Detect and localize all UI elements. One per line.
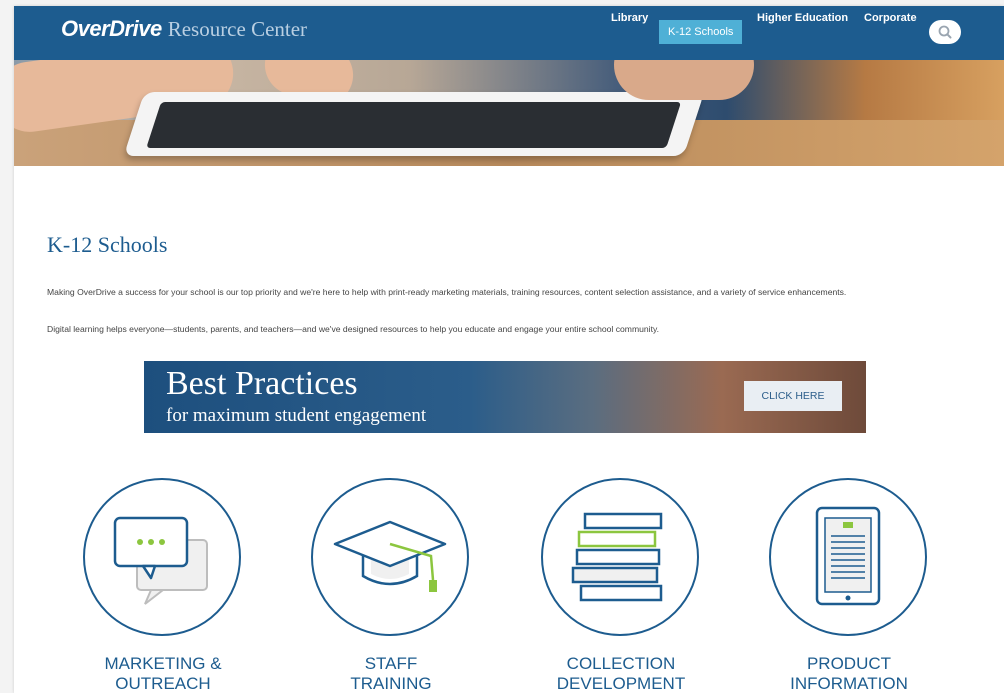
resource-label[interactable]: MARKETING & OUTREACH xyxy=(63,654,263,693)
hero-image xyxy=(14,60,1004,166)
ereader-icon xyxy=(815,506,881,606)
nav-library[interactable]: Library xyxy=(611,6,648,30)
brand[interactable]: OverDrive Resource Center xyxy=(61,16,307,42)
resource-label-line1: STAFF xyxy=(364,654,418,673)
click-here-button[interactable]: CLICK HERE xyxy=(744,381,842,411)
resource-label-line2: DEVELOPMENT xyxy=(556,674,686,693)
resource-circle[interactable] xyxy=(541,478,699,636)
resource-circle[interactable] xyxy=(769,478,927,636)
nav-k12-schools[interactable]: K-12 Schools xyxy=(659,20,743,44)
graduation-cap-icon xyxy=(333,520,447,592)
site-subtitle: Resource Center xyxy=(167,17,308,41)
hero-tablet-screen xyxy=(146,102,682,148)
resource-circle[interactable] xyxy=(83,478,241,636)
resource-label-line1: PRODUCT xyxy=(806,654,892,673)
hero-tablet xyxy=(123,92,705,156)
resource-label-line2: INFORMATION xyxy=(790,674,908,693)
resource-label[interactable]: COLLECTION DEVELOPMENT xyxy=(521,654,721,693)
resource-label[interactable]: STAFF TRAINING xyxy=(291,654,491,693)
nav-higher-education[interactable]: Higher Education xyxy=(757,6,848,30)
search-button[interactable] xyxy=(929,20,961,44)
search-icon xyxy=(938,25,952,39)
page: OverDrive Resource Center Library K-12 S… xyxy=(14,6,1004,693)
resource-label-line1: COLLECTION xyxy=(566,654,676,673)
resource-label-line2: TRAINING xyxy=(350,674,432,693)
page-title: K-12 Schools xyxy=(47,232,168,257)
nav-corporate[interactable]: Corporate xyxy=(864,6,917,30)
resource-label-line2: OUTREACH xyxy=(115,674,211,693)
site-header: OverDrive Resource Center Library K-12 S… xyxy=(14,6,1004,60)
resource-label[interactable]: PRODUCT INFORMATION xyxy=(749,654,949,693)
resource-circle[interactable] xyxy=(311,478,469,636)
resource-label-line1: MARKETING & xyxy=(104,654,222,673)
hero-hand-right xyxy=(614,60,754,100)
intro-paragraph-1: Making OverDrive a success for your scho… xyxy=(47,287,847,297)
overdrive-logo[interactable]: OverDrive xyxy=(61,16,162,42)
intro-paragraph-2: Digital learning helps everyone—students… xyxy=(47,324,660,334)
banner-subline: for maximum student engagement xyxy=(166,405,427,426)
chat-bubbles-icon xyxy=(113,516,208,605)
book-stack-icon xyxy=(571,512,663,602)
banner-headline: Best Practices xyxy=(166,365,358,402)
best-practices-banner[interactable]: Best Practices for maximum student engag… xyxy=(144,361,866,433)
